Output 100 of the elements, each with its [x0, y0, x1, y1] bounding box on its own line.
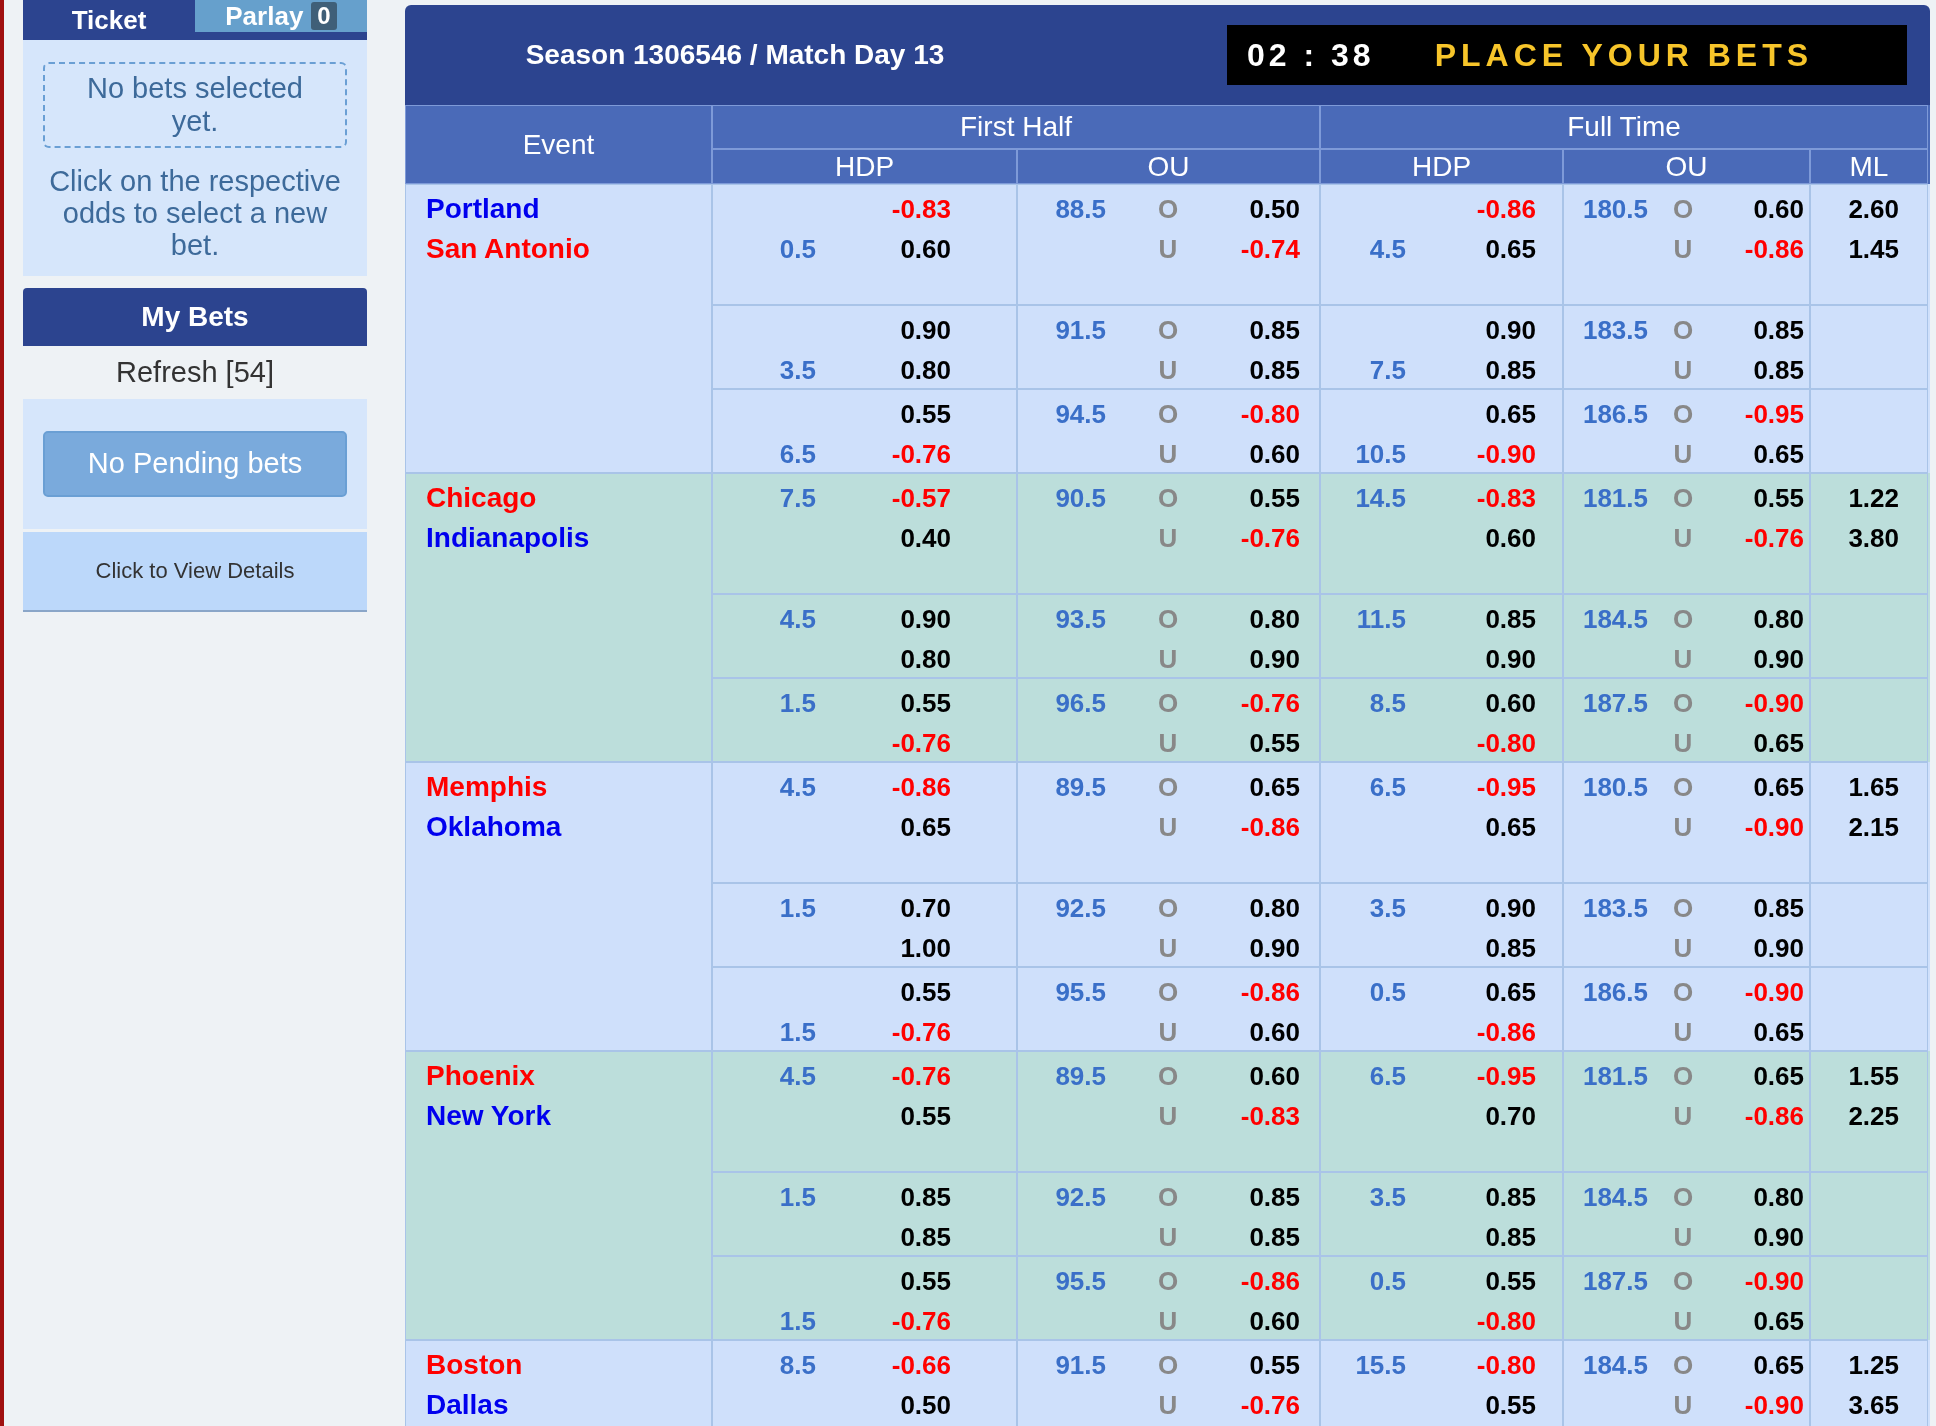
odds-value[interactable]: 0.80 [816, 639, 951, 679]
odds-value[interactable]: 0.80 [1230, 888, 1300, 928]
odds-value[interactable]: 0.85 [1406, 350, 1536, 390]
odds-value[interactable]: 0.85 [1718, 350, 1804, 390]
odds-value[interactable]: 0.50 [1230, 189, 1300, 229]
odds-value[interactable]: 0.55 [816, 972, 951, 1012]
handicap-line: 0.5 [1368, 1265, 1406, 1298]
odds-value[interactable]: 0.60 [1406, 683, 1536, 723]
odds-value[interactable]: 0.70 [1406, 1096, 1536, 1136]
refresh-link[interactable]: Refresh [54] [23, 345, 367, 399]
odds-value[interactable]: 0.55 [1230, 478, 1300, 518]
odds-value[interactable]: 0.65 [1718, 1012, 1804, 1052]
odds-value[interactable]: 1.22 [1811, 478, 1899, 518]
odds-value[interactable]: 3.80 [1811, 518, 1899, 558]
tab-label: Ticket [71, 4, 147, 36]
odds-value[interactable]: 0.85 [1230, 310, 1300, 350]
odds-value[interactable]: 1.25 [1811, 1345, 1899, 1385]
under-label: U [1157, 1305, 1179, 1338]
odds-value[interactable]: 0.65 [1718, 723, 1804, 763]
handicap-line: 1.5 [778, 1305, 816, 1338]
odds-value[interactable]: 0.90 [816, 310, 951, 350]
total-line: 90.5 [1054, 482, 1106, 515]
odds-value[interactable]: 0.65 [1406, 972, 1536, 1012]
odds-value[interactable]: 0.80 [1718, 1177, 1804, 1217]
odds-value[interactable]: 0.40 [816, 518, 951, 558]
odds-value[interactable]: 0.55 [1406, 1385, 1536, 1425]
odds-value[interactable]: 0.65 [816, 807, 951, 847]
odds-value[interactable]: 0.55 [1230, 723, 1300, 763]
my-bets-header: My Bets [23, 287, 367, 346]
odds-value[interactable]: 0.85 [1230, 1217, 1300, 1257]
odds-value[interactable]: 0.60 [816, 229, 951, 269]
odds-value[interactable]: 0.65 [1230, 767, 1300, 807]
odds-value[interactable]: 1.65 [1811, 767, 1899, 807]
odds-value[interactable]: 0.85 [1718, 888, 1804, 928]
odds-value[interactable]: 0.90 [1230, 928, 1300, 968]
odds-value[interactable]: 0.90 [1718, 1217, 1804, 1257]
odds-value[interactable]: 0.90 [1718, 639, 1804, 679]
view-details-link[interactable]: Click to View Details [23, 531, 367, 612]
odds-value[interactable]: 0.60 [1406, 518, 1536, 558]
odds-value[interactable]: 2.15 [1811, 807, 1899, 847]
handicap-line: 10.5 [1354, 438, 1406, 471]
odds-value[interactable]: 0.90 [1406, 310, 1536, 350]
odds-value[interactable]: 0.55 [816, 1096, 951, 1136]
odds-value[interactable]: 0.85 [1718, 310, 1804, 350]
odds-value[interactable]: 0.85 [816, 1217, 951, 1257]
odds-value[interactable]: 0.55 [816, 683, 951, 723]
odds-value[interactable]: 0.65 [1406, 807, 1536, 847]
odds-value[interactable]: 0.60 [1718, 189, 1804, 229]
odds-value[interactable]: 1.00 [816, 928, 951, 968]
handicap-line: 3.5 [1368, 1181, 1406, 1214]
odds-value[interactable]: 0.65 [1718, 767, 1804, 807]
team-name: Indianapolis [426, 521, 591, 555]
sidebar-tab[interactable]: Parlay 0 [195, 0, 367, 32]
over-label: O [1671, 1265, 1695, 1298]
odds-value[interactable]: 0.55 [1230, 1345, 1300, 1385]
odds-value[interactable]: 0.55 [816, 1261, 951, 1301]
odds-value[interactable]: 0.65 [1406, 229, 1536, 269]
odds-value[interactable]: 0.80 [1718, 599, 1804, 639]
odds-value[interactable]: 0.65 [1718, 1345, 1804, 1385]
over-label: O [1671, 976, 1695, 1009]
odds-value[interactable]: 3.65 [1811, 1385, 1899, 1425]
odds-value[interactable]: 0.60 [1230, 1012, 1300, 1052]
odds-value[interactable]: 0.60 [1230, 434, 1300, 474]
odds-value[interactable]: 0.85 [1406, 1217, 1536, 1257]
odds-value[interactable]: 0.65 [1406, 394, 1536, 434]
total-line: 186.5 [1581, 398, 1648, 431]
odds-value[interactable]: 0.85 [1406, 1177, 1536, 1217]
odds-value[interactable]: 0.90 [1230, 639, 1300, 679]
odds-value[interactable]: 1.55 [1811, 1056, 1899, 1096]
odds-value[interactable]: 0.85 [816, 1177, 951, 1217]
odds-value[interactable]: 0.85 [1406, 928, 1536, 968]
odds-value[interactable]: 2.60 [1811, 189, 1899, 229]
odds-value[interactable]: 0.85 [1230, 350, 1300, 390]
odds-value[interactable]: 0.85 [1230, 1177, 1300, 1217]
odds-value[interactable]: 0.85 [1406, 599, 1536, 639]
team-name: San Antonio [426, 232, 591, 266]
odds-value[interactable]: 0.65 [1718, 1301, 1804, 1341]
odds-value[interactable]: 0.60 [1230, 1056, 1300, 1096]
odds-value[interactable]: 0.90 [1406, 639, 1536, 679]
odds-value[interactable]: 0.70 [816, 888, 951, 928]
handicap-line: 3.5 [778, 354, 816, 387]
odds-value[interactable]: 0.90 [1718, 928, 1804, 968]
odds-value[interactable]: 0.80 [816, 350, 951, 390]
odds-value[interactable]: 0.90 [1406, 888, 1536, 928]
tab-label: Parlay [225, 0, 304, 32]
handicap-line: 1.5 [778, 687, 816, 720]
team-name: Memphis [426, 770, 549, 804]
odds-value[interactable]: 0.65 [1718, 434, 1804, 474]
odds-value[interactable]: 0.60 [1230, 1301, 1300, 1341]
odds-value[interactable]: 0.65 [1718, 1056, 1804, 1096]
odds-value[interactable]: 2.25 [1811, 1096, 1899, 1136]
odds-value[interactable]: 0.80 [1230, 599, 1300, 639]
odds-value[interactable]: 0.55 [1406, 1261, 1536, 1301]
odds-value[interactable]: 0.55 [816, 394, 951, 434]
place-bets-message: PLACE YOUR BETS [1434, 36, 1814, 74]
odds-value[interactable]: 0.55 [1718, 478, 1804, 518]
odds-value[interactable]: 0.50 [816, 1385, 951, 1425]
odds-value[interactable]: 0.90 [816, 599, 951, 639]
odds-value[interactable]: 1.45 [1811, 229, 1899, 269]
column-header: ML [1810, 149, 1928, 184]
